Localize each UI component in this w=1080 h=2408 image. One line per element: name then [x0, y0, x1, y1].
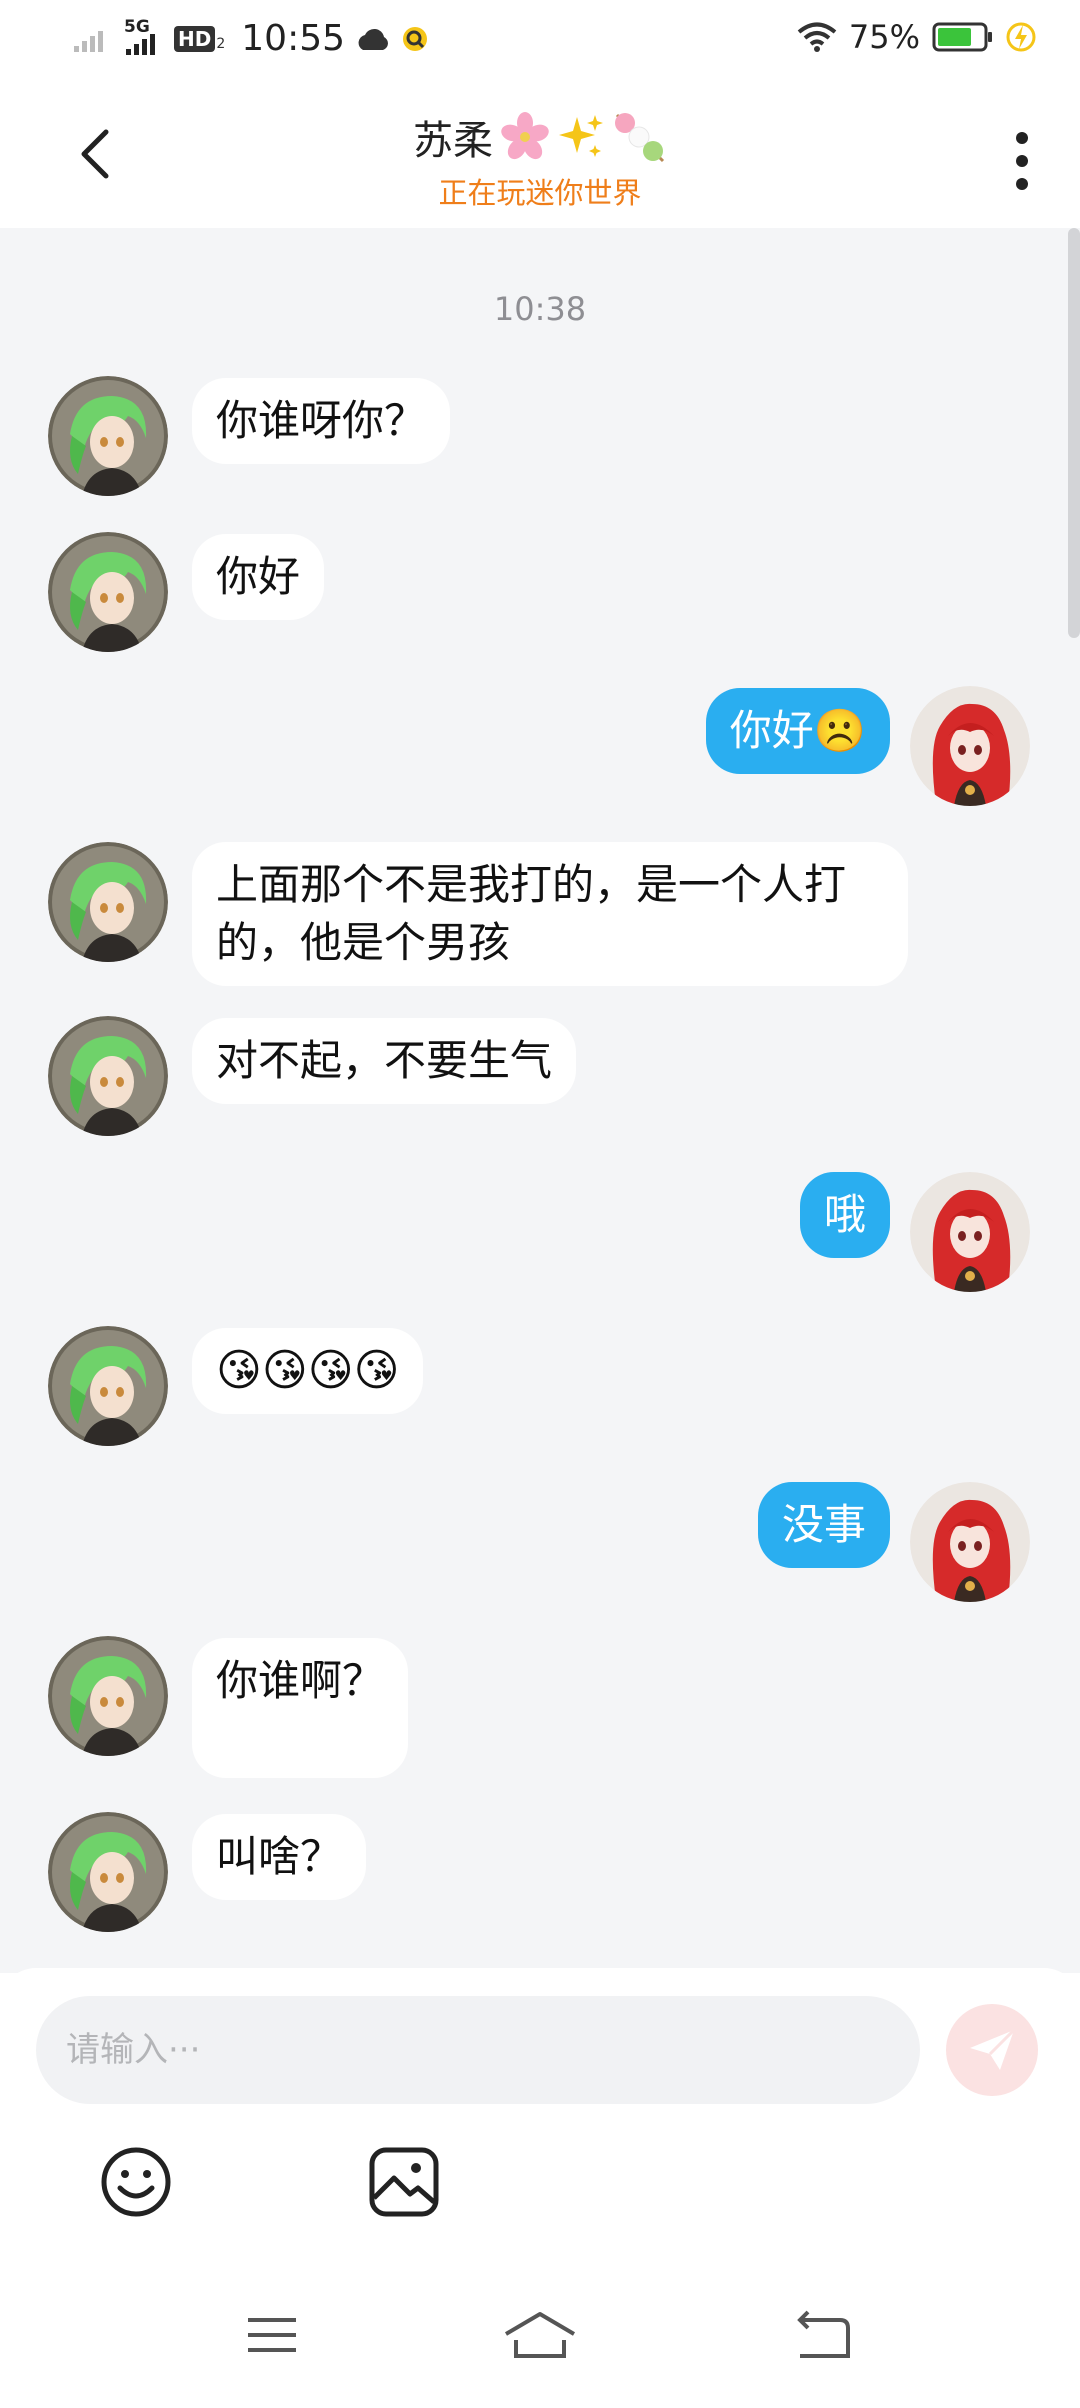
chat-message-list[interactable]: 10:38 你谁呀你？ 你好 你好☹️ 上面那个不是我打的，是一个人打的，他是个…	[0, 228, 1080, 1973]
contact-avatar[interactable]	[48, 376, 168, 496]
message-bubble-received[interactable]: 你谁呀你？	[192, 378, 451, 464]
contact-avatar[interactable]	[48, 1016, 168, 1136]
my-avatar[interactable]	[910, 1172, 1030, 1292]
message-input[interactable]	[36, 1996, 920, 2104]
contact-avatar[interactable]	[48, 842, 168, 962]
chat-header: 苏柔 正在玩迷你世界	[0, 86, 1080, 228]
message-bubble-received[interactable]: 你好	[192, 534, 325, 620]
chat-title: 苏柔 正在玩迷你世界	[0, 108, 1080, 212]
contact-name: 苏柔	[413, 118, 493, 164]
contact-status: 正在玩迷你世界	[438, 176, 642, 210]
weather-cloud-icon	[358, 28, 388, 50]
charging-icon	[1006, 22, 1036, 52]
hd-icon: HD 2	[174, 25, 225, 52]
contact-avatar[interactable]	[48, 1812, 168, 1932]
contact-avatar[interactable]	[48, 1326, 168, 1446]
message-bubble-received[interactable]: 上面那个不是我打的，是一个人打的，他是个男孩	[192, 842, 908, 986]
battery-percent: 75%	[848, 18, 920, 56]
status-time: 10:55	[241, 18, 346, 59]
menu-nav-icon[interactable]	[242, 2310, 302, 2360]
my-avatar[interactable]	[910, 686, 1030, 806]
message-bubble-sent[interactable]: 哦	[799, 1172, 890, 1258]
message-bubble-received[interactable]: 叫啥？	[192, 1814, 367, 1900]
notification-badge-icon	[403, 26, 428, 51]
send-button[interactable]	[946, 2004, 1038, 2096]
status-bar: 5G HD 2 10:55 75%	[0, 0, 1080, 86]
message-bubble-sent[interactable]: 你好☹️	[705, 688, 890, 774]
message-bubble-sent[interactable]: 没事	[757, 1482, 890, 1568]
home-nav-icon[interactable]	[500, 2310, 580, 2360]
message-bubble-received[interactable]: 对不起，不要生气	[192, 1018, 577, 1104]
my-avatar[interactable]	[910, 1482, 1030, 1602]
contact-avatar[interactable]	[48, 532, 168, 652]
dango-icon	[615, 113, 665, 163]
cherry-blossom-icon	[501, 112, 549, 160]
contact-avatar[interactable]	[48, 1636, 168, 1756]
send-icon	[970, 2028, 1016, 2070]
emoji-icon[interactable]	[98, 2144, 174, 2220]
battery-icon	[932, 22, 992, 52]
wifi-icon	[797, 22, 837, 52]
more-options-icon[interactable]	[1002, 126, 1042, 196]
image-icon[interactable]	[366, 2144, 442, 2220]
message-bubble-received[interactable]: 😘😘😘😘	[192, 1328, 424, 1414]
message-bubble-received[interactable]: 你谁啊？	[192, 1638, 409, 1778]
signal-icon	[74, 30, 103, 52]
signal-5g-icon: 5G	[120, 17, 164, 57]
time-divider: 10:38	[493, 290, 587, 328]
sparkles-icon	[559, 115, 603, 157]
back-nav-icon[interactable]	[794, 2310, 854, 2360]
hd-label: HD	[174, 25, 216, 52]
